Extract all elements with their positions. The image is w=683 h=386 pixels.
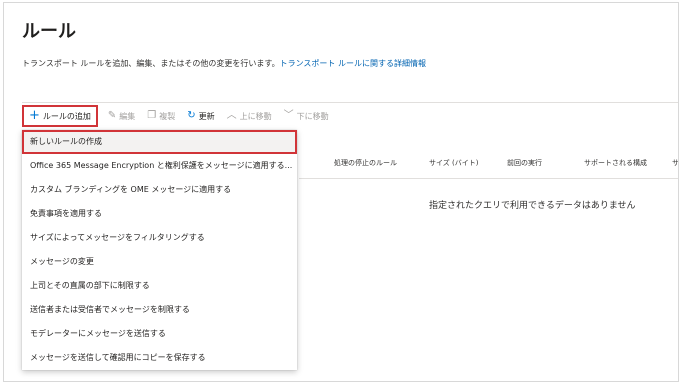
- menu-item-apply-branding[interactable]: カスタム ブランディングを OME メッセージに適用する: [22, 178, 297, 202]
- add-rule-button[interactable]: + ルールの追加: [22, 105, 98, 127]
- edit-label: 編集: [119, 111, 136, 121]
- empty-state-message: 指定されたクエリで利用できるデータはありません: [429, 201, 636, 211]
- refresh-button[interactable]: ↻ 更新: [187, 111, 214, 122]
- menu-item-apply-disclaimer[interactable]: 免責事項を適用する: [22, 202, 297, 226]
- rules-page: ルール トランスポート ルールを追加、編集、またはその他の変更を行います。トラン…: [3, 2, 679, 382]
- menu-item-modify-messages[interactable]: メッセージの変更: [22, 250, 297, 274]
- page-title: ルール: [22, 21, 76, 42]
- menu-item-send-to-moderator[interactable]: モデレーターにメッセージを送信する: [22, 322, 297, 346]
- plus-icon: +: [29, 108, 40, 123]
- page-description: トランスポート ルールを追加、編集、またはその他の変更を行います。トランスポート…: [22, 58, 426, 69]
- edit-button[interactable]: ✎ 編集: [108, 111, 135, 122]
- menu-item-send-and-save-copy[interactable]: メッセージを送信して確認用にコピーを保存する: [22, 346, 297, 370]
- move-down-label: 下に移動: [296, 111, 329, 121]
- menu-item-filter-by-size[interactable]: サイズによってメッセージをフィルタリングする: [22, 226, 297, 250]
- column-header-last-run[interactable]: 前回の実行: [507, 158, 542, 168]
- pencil-icon: ✎: [107, 110, 117, 121]
- column-header-stop-processing[interactable]: 処理の停止のルール: [334, 158, 397, 168]
- move-down-button[interactable]: ﹀ 下に移動: [284, 111, 329, 122]
- menu-item-restrict-by-sender[interactable]: 送信者または受信者でメッセージを制限する: [22, 298, 297, 322]
- learn-more-link[interactable]: トランスポート ルールに関する詳細情報: [280, 59, 426, 68]
- column-header-supported-config[interactable]: サポートされる構成: [584, 158, 647, 168]
- table-header-divider: [299, 178, 678, 179]
- chevron-up-icon: ︿: [226, 110, 237, 121]
- refresh-icon: ↻: [187, 110, 196, 121]
- refresh-label: 更新: [198, 111, 215, 121]
- add-rule-dropdown-menu: 新しいルールの作成 Office 365 Message Encryption …: [22, 130, 297, 370]
- chevron-down-icon: ﹀: [283, 110, 294, 121]
- copy-button[interactable]: ❐ 複製: [147, 111, 175, 122]
- add-rule-label: ルールの追加: [42, 111, 91, 121]
- copy-label: 複製: [159, 111, 176, 121]
- move-up-label: 上に移動: [239, 111, 272, 121]
- description-text: トランスポート ルールを追加、編集、またはその他の変更を行います。: [22, 59, 280, 68]
- toolbar: + ルールの追加 ✎ 編集 ❐ 複製 ↻ 更新 ︿ 上に移動 ﹀ 下に移動: [22, 103, 341, 129]
- column-header-truncated[interactable]: サ: [672, 158, 678, 168]
- column-header-size[interactable]: サイズ (バイト): [429, 158, 478, 168]
- move-up-button[interactable]: ︿ 上に移動: [227, 111, 272, 122]
- menu-item-apply-encryption[interactable]: Office 365 Message Encryption と権利保護をメッセー…: [22, 154, 297, 178]
- menu-item-restrict-to-manager[interactable]: 上司とその直属の部下に制限する: [22, 274, 297, 298]
- menu-item-create-new-rule[interactable]: 新しいルールの作成: [22, 130, 297, 154]
- copy-icon: ❐: [147, 110, 157, 121]
